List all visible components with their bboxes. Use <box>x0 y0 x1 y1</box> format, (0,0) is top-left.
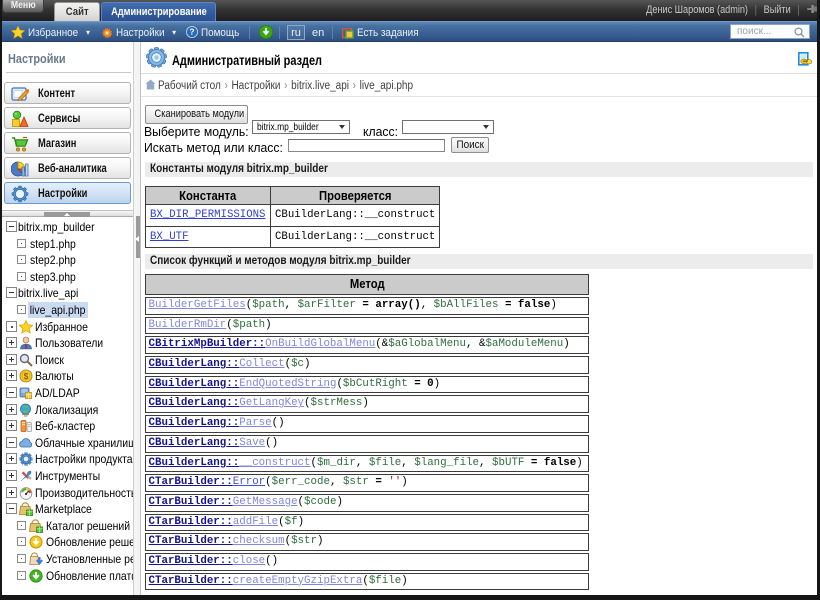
svg-text:$: $ <box>24 372 29 381</box>
svg-text:?: ? <box>190 28 195 37</box>
